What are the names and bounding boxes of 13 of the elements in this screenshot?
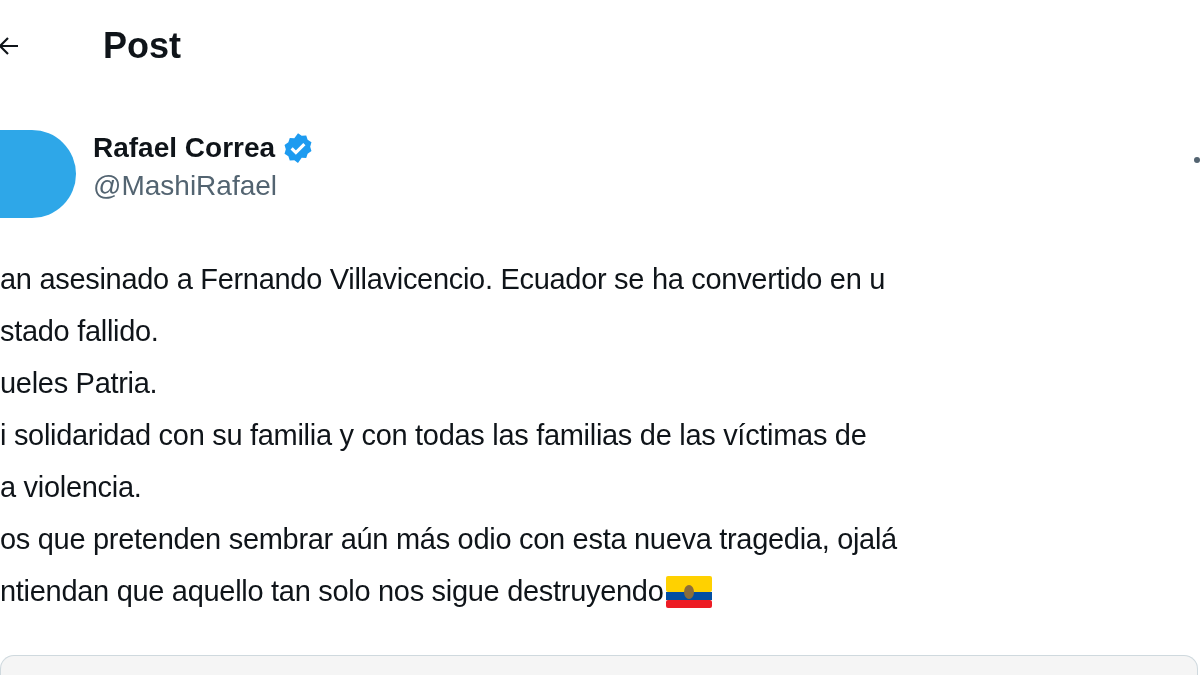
more-icon[interactable]	[1194, 156, 1200, 164]
post-text-line: os que pretenden sembrar aún más odio con esta nueva tragedia, ojalá	[0, 522, 897, 558]
avatar-photo-placeholder[interactable]	[0, 130, 76, 218]
post-text-line: an asesinado a Fernando Villavicencio. Ecuador se ha convertido en u	[0, 262, 886, 298]
post-text-line: a violencia.	[0, 470, 142, 506]
author-handle[interactable]: @MashiRafael	[93, 166, 316, 206]
page-title: Post	[103, 24, 181, 68]
post-text-line: stado fallido.	[0, 314, 159, 350]
post-text-line: i solidaridad con su familia y con todas las familias de las víctimas de	[0, 418, 867, 454]
author-name[interactable]: Rafael Correa	[93, 130, 276, 166]
back-arrow-icon[interactable]	[0, 36, 18, 56]
post-text-line: ueles Patria.	[0, 366, 158, 402]
post-text-line: ntiendan que aquello tan solo nos sigue destruyendo	[0, 574, 664, 610]
